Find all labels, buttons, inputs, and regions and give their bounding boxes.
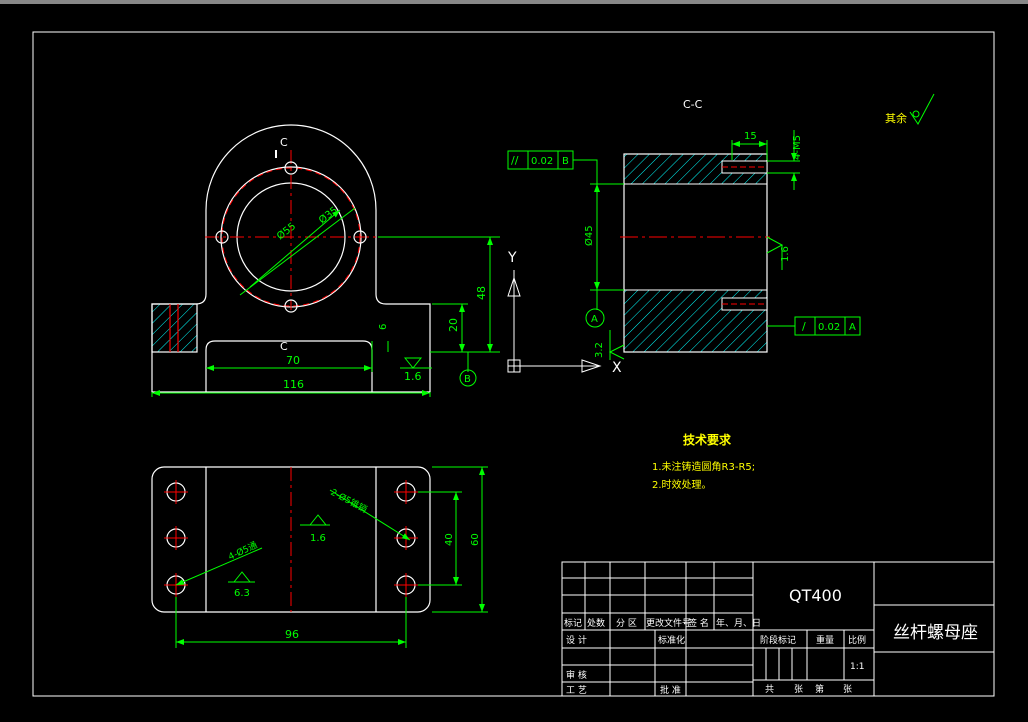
- dim-thread-depth: 15: [744, 131, 757, 142]
- dim-step-height: 20: [447, 318, 460, 332]
- row-check: 审 核: [566, 669, 587, 681]
- title-part-name: 丝杆螺母座: [893, 623, 978, 643]
- row-standard: 标准化: [658, 634, 685, 646]
- fcf-bottom-datum: A: [849, 322, 856, 333]
- scale-value: 1:1: [850, 662, 864, 672]
- hole-callout-left: 4-Ø5通: [227, 540, 260, 563]
- dim-hole-pitch: 40: [444, 533, 455, 546]
- surface-finish-symbol: [909, 93, 935, 125]
- dim-hole-span: 96: [285, 628, 299, 641]
- sheet-no: 第: [815, 683, 824, 695]
- rev-header-count: 处数: [587, 617, 605, 629]
- roughness-bore: 1.6: [780, 246, 791, 262]
- datum-bottom: B: [464, 374, 471, 385]
- fcf-top-tolerance: 0.02: [531, 156, 553, 167]
- rev-header-zone: 分 区: [616, 618, 637, 629]
- surface-finish-label: 其余: [885, 111, 907, 125]
- roughness-bottom: 1.6: [404, 370, 422, 383]
- fcf-bottom-tolerance: 0.02: [818, 322, 840, 333]
- top-view: [151, 466, 431, 613]
- rev-header-doc: 更改文件号: [646, 617, 691, 629]
- dim-base-height: 6: [378, 324, 389, 330]
- rev-header-sign: 签 名: [688, 617, 709, 629]
- dim-bore: Ø45: [583, 225, 595, 246]
- stage-mark: 阶段标记: [760, 634, 796, 646]
- section-view: [620, 153, 770, 353]
- fcf-bottom-symbol: /: [802, 320, 806, 333]
- row-approve: 批 准: [660, 684, 681, 696]
- datum-bore: A: [591, 314, 598, 325]
- window-top-strip: [0, 0, 1028, 4]
- dim-center-height: 48: [475, 286, 488, 300]
- dim-slot-width: 70: [286, 354, 300, 367]
- cad-drawing: Ø55 Ø35 C C 116 70 48 20 6 1.6 B Y X C-C…: [0, 0, 1028, 697]
- sheets-total: 共: [765, 684, 774, 695]
- rev-header-date: 年、月、日: [716, 617, 761, 629]
- row-design: 设 计: [566, 634, 587, 646]
- fcf-top-datum: B: [562, 156, 569, 167]
- section-mark-top: C: [280, 136, 288, 149]
- axis-y-label: Y: [507, 250, 517, 266]
- sheet-label: 张: [843, 684, 852, 695]
- left-tab-section: [151, 303, 198, 353]
- sheets-label: 张: [794, 684, 803, 695]
- hole-callout-right: 2-Ø5锥销: [329, 486, 370, 515]
- section-mark-bottom: C: [280, 340, 288, 353]
- rev-header-mark: 标记: [564, 617, 582, 629]
- dim-outer-dia: Ø55: [274, 220, 298, 242]
- roughness-left: 6.3: [234, 588, 250, 599]
- axis-x-label: X: [612, 360, 622, 376]
- title-material: QT400: [789, 586, 842, 605]
- roughness-center: 1.6: [310, 533, 326, 544]
- roughness-side: 3.2: [594, 342, 605, 358]
- tech-req-heading: 技术要求: [683, 432, 732, 447]
- weight-label: 重量: [816, 634, 834, 646]
- dim-total-width: 116: [283, 378, 304, 391]
- row-process: 工 艺: [566, 685, 587, 696]
- roughness-symbol-bottom: [403, 357, 423, 369]
- scale-label: 比例: [848, 634, 866, 646]
- fcf-top-symbol: //: [511, 154, 519, 167]
- dim-thread: 4-M5: [792, 135, 803, 160]
- tech-req-item-2: 2.时效处理。: [652, 478, 712, 491]
- dim-depth: 60: [470, 533, 481, 546]
- section-title: C-C: [683, 98, 703, 111]
- tech-req-item-1: 1.未注铸造圆角R3-R5;: [652, 460, 755, 473]
